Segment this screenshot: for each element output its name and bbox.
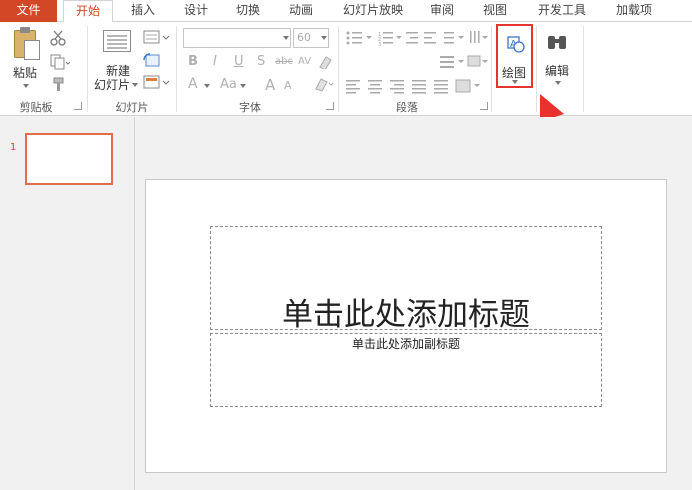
drawing-label: 绘图 bbox=[502, 66, 527, 80]
font-launcher-icon[interactable] bbox=[326, 102, 334, 110]
font-group-label: 字体 bbox=[239, 101, 261, 114]
title-placeholder[interactable]: 单击此处添加标题 bbox=[210, 226, 602, 333]
shrink-font-button[interactable]: A bbox=[284, 79, 292, 92]
layout-icon[interactable] bbox=[143, 30, 173, 46]
strikethrough-button[interactable]: abc bbox=[275, 56, 293, 67]
svg-text:3: 3 bbox=[378, 42, 381, 48]
chevron-down-icon[interactable] bbox=[240, 84, 246, 88]
binoculars-icon[interactable] bbox=[545, 33, 569, 53]
chevron-down-icon[interactable] bbox=[321, 36, 327, 40]
paste-clip-icon bbox=[20, 27, 30, 33]
group-divider bbox=[87, 26, 88, 112]
new-slide-icon[interactable] bbox=[103, 30, 131, 52]
group-divider bbox=[491, 26, 492, 112]
tab-review[interactable]: 审阅 bbox=[425, 0, 459, 22]
new-slide-label[interactable]: 幻灯片 bbox=[94, 76, 130, 93]
shadow-button[interactable]: S bbox=[257, 54, 265, 69]
clipboard-launcher-icon[interactable] bbox=[74, 102, 82, 110]
alignment-icons[interactable] bbox=[344, 78, 489, 96]
cut-icon[interactable] bbox=[50, 30, 66, 46]
change-case-button[interactable]: Aa bbox=[220, 77, 237, 92]
chevron-down-icon[interactable] bbox=[23, 84, 29, 88]
group-divider bbox=[176, 26, 177, 112]
ribbon-tab-bar: 文件 开始 插入 设计 切换 动画 幻灯片放映 审阅 视图 开发工具 加载项 bbox=[0, 0, 692, 23]
group-divider bbox=[338, 26, 339, 112]
tab-home[interactable]: 开始 bbox=[63, 0, 113, 23]
section-icon[interactable] bbox=[143, 75, 173, 91]
tab-addins[interactable]: 加载项 bbox=[611, 0, 657, 22]
editing-button[interactable]: 编辑 bbox=[545, 62, 569, 79]
character-spacing-button[interactable]: AV bbox=[298, 56, 311, 67]
bold-button[interactable]: B bbox=[188, 54, 198, 69]
paragraph-launcher-icon[interactable] bbox=[480, 102, 488, 110]
slide-thumbnail[interactable] bbox=[25, 133, 113, 185]
highlight-icon[interactable] bbox=[313, 77, 333, 93]
tab-insert[interactable]: 插入 bbox=[126, 0, 160, 22]
paste-paper-icon bbox=[24, 40, 40, 60]
tab-transitions[interactable]: 切换 bbox=[231, 0, 265, 22]
font-color-button[interactable]: A bbox=[188, 76, 198, 92]
paragraph-row1-icons[interactable]: 123 bbox=[344, 30, 489, 50]
paragraph-row2-icons[interactable] bbox=[344, 54, 489, 74]
chevron-down-icon bbox=[512, 80, 518, 84]
title-placeholder-text: 单击此处添加标题 bbox=[282, 297, 530, 333]
chevron-down-icon[interactable] bbox=[555, 81, 561, 85]
tab-slideshow[interactable]: 幻灯片放映 bbox=[336, 0, 410, 22]
grow-font-button[interactable]: A bbox=[265, 76, 275, 94]
subtitle-placeholder-text: 单击此处添加副标题 bbox=[351, 337, 460, 351]
tab-animations[interactable]: 动画 bbox=[284, 0, 318, 22]
clipboard-group-label: 剪贴板 bbox=[19, 101, 53, 114]
tab-developer[interactable]: 开发工具 bbox=[533, 0, 591, 22]
tab-design[interactable]: 设计 bbox=[179, 0, 213, 22]
chevron-down-icon[interactable] bbox=[204, 84, 210, 88]
copy-icon[interactable] bbox=[50, 54, 70, 70]
clear-format-icon[interactable] bbox=[318, 55, 334, 69]
shapes-icon: A bbox=[507, 36, 525, 53]
drawing-button[interactable]: A 绘图 bbox=[496, 24, 533, 88]
italic-button[interactable]: I bbox=[213, 54, 217, 69]
slides-group-label: 幻灯片 bbox=[115, 101, 149, 114]
tab-file[interactable]: 文件 bbox=[0, 0, 57, 22]
paragraph-group-label: 段落 bbox=[396, 101, 418, 114]
tab-view[interactable]: 视图 bbox=[478, 0, 512, 22]
format-painter-icon[interactable] bbox=[50, 77, 66, 93]
chevron-down-icon[interactable] bbox=[283, 36, 289, 40]
reset-icon[interactable] bbox=[143, 53, 161, 69]
slide-number: 1 bbox=[10, 142, 17, 153]
slide-thumbnail-pane: 1 bbox=[0, 117, 135, 490]
font-name-input[interactable] bbox=[183, 28, 291, 48]
underline-button[interactable]: U bbox=[234, 54, 244, 69]
subtitle-placeholder[interactable]: 单击此处添加副标题 bbox=[210, 333, 602, 407]
chevron-down-icon[interactable] bbox=[132, 83, 138, 87]
paste-button[interactable]: 粘贴 bbox=[13, 64, 37, 81]
